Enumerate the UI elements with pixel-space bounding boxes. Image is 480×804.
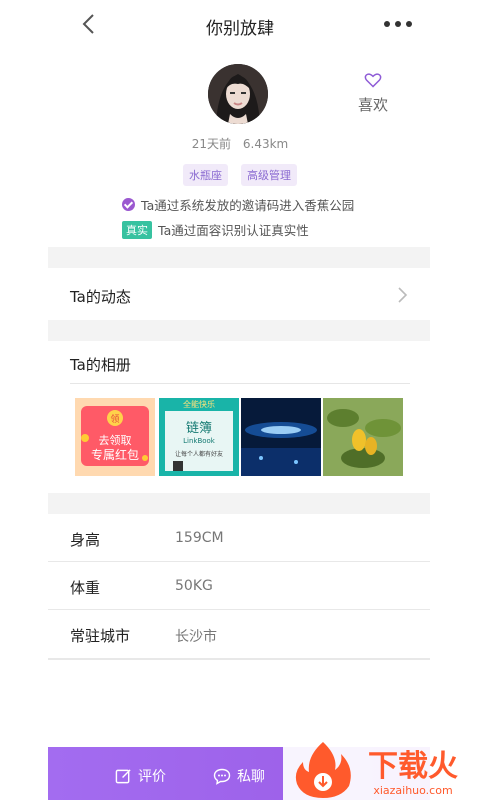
- avatar[interactable]: [208, 64, 268, 124]
- check-icon: [122, 198, 135, 211]
- activity-meta: 21天前 6.43km: [0, 135, 480, 152]
- invite-verification: Ta通过系统发放的邀请码进入香蕉公园: [122, 195, 354, 214]
- album-photo[interactable]: 领 去领取 专属红包: [75, 398, 155, 476]
- tag-job: 高级管理: [241, 164, 298, 186]
- thumb-line2: 专属红包: [91, 447, 139, 462]
- distance: 6.43km: [242, 137, 289, 151]
- more-icon[interactable]: [381, 18, 415, 30]
- chat-button[interactable]: 私聊: [213, 766, 265, 786]
- divider: [48, 561, 430, 562]
- thumb-sub: LinkBook: [183, 437, 216, 445]
- section-gap: [48, 247, 430, 268]
- face-verification-text: Ta通过面容识别认证真实性: [158, 223, 309, 238]
- album-photo[interactable]: 全能快乐 链簿 LinkBook 让每个人都有好友: [159, 398, 239, 476]
- tag-list: 水瓶座 高级管理: [0, 164, 480, 186]
- city-label: 常驻城市: [70, 627, 131, 645]
- like-button[interactable]: 喜欢: [350, 72, 396, 115]
- divider: [48, 609, 430, 610]
- last-active: 21天前: [191, 137, 232, 151]
- chat-icon: [213, 768, 231, 785]
- album-photo[interactable]: [241, 398, 321, 476]
- thumb-note: 让每个人都有好友: [175, 450, 223, 458]
- review-button[interactable]: 评价: [115, 766, 166, 786]
- watermark-brand: 下载火: [368, 749, 458, 784]
- album-title: Ta的相册: [70, 356, 131, 374]
- invite-verification-text: Ta通过系统发放的邀请码进入香蕉公园: [141, 198, 355, 213]
- real-badge: 真实: [122, 220, 152, 239]
- like-label: 喜欢: [357, 96, 388, 114]
- thumb-top: 全能快乐: [183, 399, 215, 409]
- divider: [48, 658, 430, 660]
- section-gap: [48, 493, 430, 514]
- tag-zodiac: 水瓶座: [182, 164, 228, 186]
- section-gap: [48, 320, 430, 341]
- divider: [70, 383, 410, 384]
- thumb-line1: 去领取: [99, 434, 132, 447]
- watermark-url: xiazaihuo.com: [373, 784, 452, 797]
- chat-label: 私聊: [237, 769, 265, 785]
- review-label: 评价: [138, 769, 166, 785]
- thumb-title: 链簿: [186, 421, 212, 436]
- face-verification: 真实 Ta通过面容识别认证真实性: [122, 220, 309, 239]
- height-value: 159CM: [175, 530, 224, 546]
- heart-icon: [364, 73, 382, 88]
- thumb-badge: 领: [110, 413, 119, 425]
- chevron-right-icon: [398, 287, 408, 303]
- height-label: 身高: [70, 531, 101, 549]
- weight-value: 50KG: [175, 578, 213, 594]
- album-photo[interactable]: [323, 398, 403, 476]
- watermark: 下载火 xiazaihuo.com: [283, 738, 480, 800]
- weight-label: 体重: [70, 579, 101, 597]
- city-value: 长沙市: [175, 629, 217, 645]
- edit-icon: [115, 768, 131, 783]
- dynamics-label: Ta的动态: [70, 288, 131, 306]
